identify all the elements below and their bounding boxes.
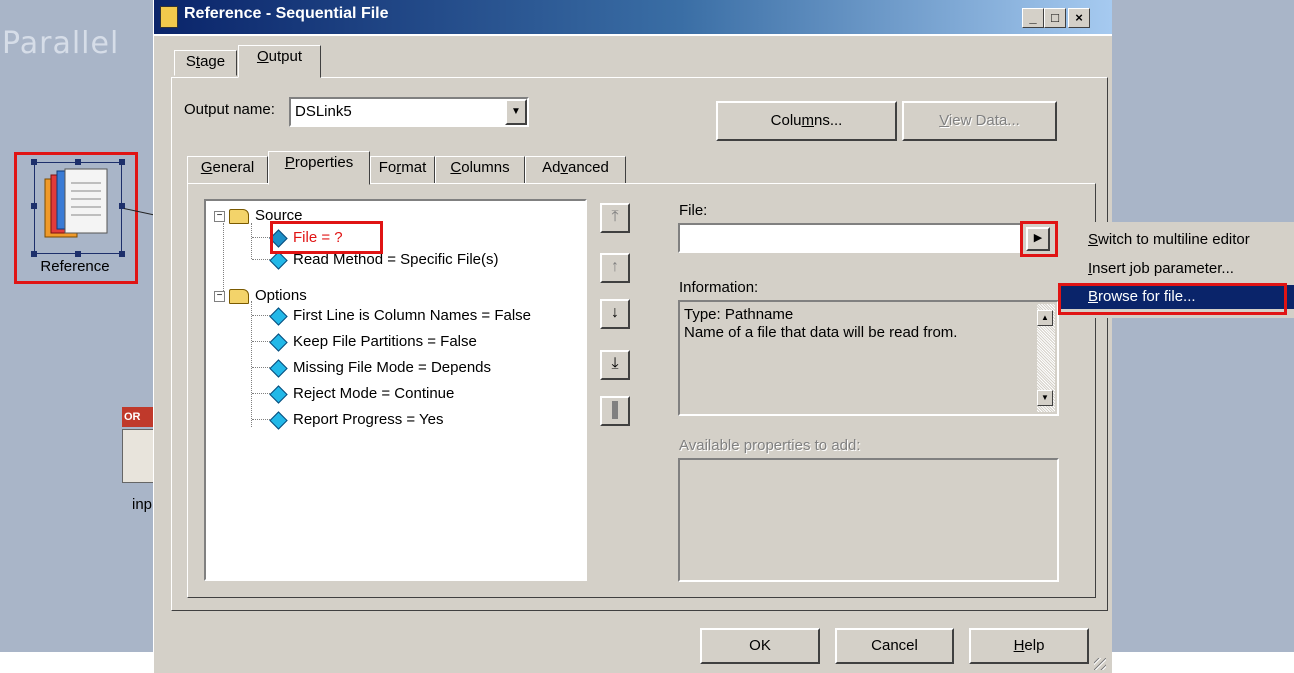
file-options-button[interactable]: ▶ [1026, 227, 1050, 251]
available-properties-list[interactable] [678, 458, 1059, 582]
property-icon [269, 228, 288, 248]
output-name-select[interactable]: DSLink5 ▼ [289, 97, 529, 127]
output-name-label: Output name: [184, 101, 275, 118]
chevron-down-icon[interactable]: ▼ [505, 99, 527, 125]
tree-node-source[interactable]: − Source [214, 205, 303, 227]
title-bar[interactable]: Reference - Sequential File _ □ × [154, 0, 1112, 34]
input-stage-label: inp [132, 496, 153, 513]
folder-icon [229, 288, 249, 304]
resize-grip[interactable] [1094, 658, 1106, 670]
information-description: Name of a file that data will be read fr… [684, 324, 958, 341]
menu-item-multiline-editor[interactable]: Switch to multiline editor [1059, 228, 1294, 252]
move-bottom-button[interactable]: ⤓ [600, 350, 630, 380]
information-scrollbar[interactable]: ▲ ▼ [1037, 304, 1055, 412]
tab-columns[interactable]: Columns [435, 156, 525, 184]
tree-node-option[interactable]: Reject Mode = Continue [269, 383, 455, 405]
input-stage-icon[interactable]: OR [122, 407, 154, 483]
delete-property-button[interactable] [600, 396, 630, 426]
menu-item-insert-job-parameter[interactable]: Insert job parameter... [1059, 257, 1294, 281]
output-name-value: DSLink5 [295, 103, 352, 120]
table-icon [122, 429, 154, 483]
property-icon [269, 250, 288, 270]
tree-node-label: Options [255, 287, 307, 304]
file-label: File: [679, 202, 708, 219]
property-icon [269, 306, 288, 326]
canvas-title: Parallel [2, 26, 120, 61]
tree-node-label: Reject Mode = Continue [293, 385, 455, 402]
folder-icon [229, 208, 249, 224]
tree-node-option[interactable]: First Line is Column Names = False [269, 305, 531, 327]
cancel-button[interactable]: Cancel [835, 628, 954, 664]
property-icon [269, 358, 288, 378]
collapse-icon[interactable]: − [214, 210, 225, 222]
information-label: Information: [679, 279, 759, 296]
tree-node-label: Read Method = Specific File(s) [293, 251, 499, 268]
close-button[interactable]: × [1068, 8, 1090, 28]
tree-node-option[interactable]: Keep File Partitions = False [269, 331, 477, 353]
file-input[interactable] [678, 223, 1023, 253]
reference-stage-label: Reference [40, 258, 110, 275]
app-icon [160, 6, 178, 28]
input-stage-badge: OR [122, 407, 154, 427]
tree-node-read-method[interactable]: Read Method = Specific File(s) [269, 249, 499, 271]
tree-node-label: Source [255, 207, 303, 224]
ok-button[interactable]: OK [700, 628, 820, 664]
view-data-button[interactable]: View Data... [902, 101, 1057, 141]
tree-node-option[interactable]: Missing File Mode = Depends [269, 357, 492, 379]
tree-node-file[interactable]: File = ? [269, 227, 343, 249]
property-icon [269, 410, 288, 430]
sequential-file-dialog: Reference - Sequential File _ □ × Stage … [153, 0, 1112, 673]
information-box: Type: Pathname Name of a file that data … [678, 300, 1059, 416]
document-stack-icon [44, 168, 108, 238]
tree-node-label: First Line is Column Names = False [293, 307, 531, 324]
scroll-down-icon[interactable]: ▼ [1037, 390, 1053, 406]
maximize-button[interactable]: □ [1044, 8, 1066, 28]
scroll-up-icon[interactable]: ▲ [1037, 310, 1053, 326]
tab-output[interactable]: Output [238, 45, 321, 78]
menu-item-browse-for-file[interactable]: Browse for file... [1059, 285, 1294, 309]
tree-node-label: File = ? [293, 229, 343, 246]
property-icon [269, 332, 288, 352]
tab-general[interactable]: General [187, 156, 268, 184]
tree-node-label: Keep File Partitions = False [293, 333, 477, 350]
context-menu: Switch to multiline editor Insert job pa… [1059, 222, 1294, 318]
tree-node-option[interactable]: Report Progress = Yes [269, 409, 444, 431]
tree-node-label: Report Progress = Yes [293, 411, 444, 428]
move-top-button[interactable]: ⤒ [600, 203, 630, 233]
dialog-title: Reference - Sequential File [184, 5, 389, 22]
tab-stage[interactable]: Stage [174, 50, 237, 76]
columns-button[interactable]: Columns... [716, 101, 897, 141]
available-properties-label: Available properties to add: [679, 437, 861, 454]
information-type: Type: Pathname [684, 306, 794, 323]
property-icon [269, 384, 288, 404]
move-down-button[interactable]: ↓ [600, 299, 630, 329]
collapse-icon[interactable]: − [214, 290, 225, 302]
tab-advanced[interactable]: Advanced [525, 156, 626, 184]
tab-properties[interactable]: Properties [268, 151, 370, 185]
help-button[interactable]: Help [969, 628, 1089, 664]
move-up-button[interactable]: ↑ [600, 253, 630, 283]
minimize-button[interactable]: _ [1022, 8, 1044, 28]
tab-format[interactable]: Format [370, 156, 435, 184]
properties-tree[interactable]: − Source File = ? Read Method = Specific … [204, 199, 587, 581]
reference-stage-icon[interactable] [31, 159, 125, 257]
title-divider [154, 34, 1112, 36]
tree-node-label: Missing File Mode = Depends [293, 359, 492, 376]
tree-node-options[interactable]: − Options [214, 285, 307, 307]
